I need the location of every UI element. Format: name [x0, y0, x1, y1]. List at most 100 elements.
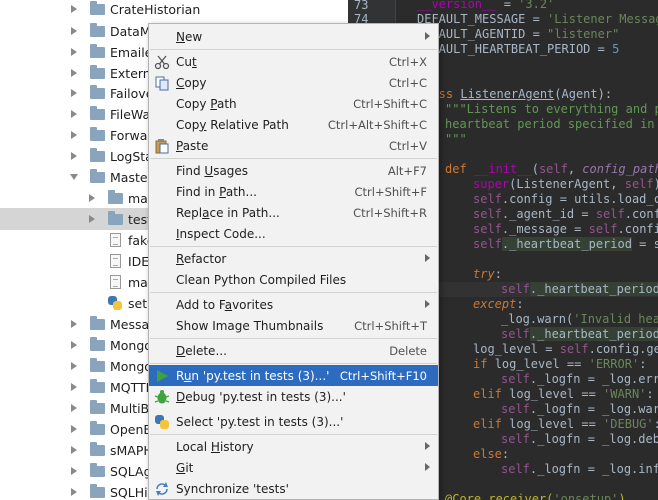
menu-item-delete[interactable]: Delete... Delete	[149, 340, 438, 361]
code-line: DEFAULT_HEARTBEAT_PERIOD = 5	[417, 42, 620, 56]
expand-arrow-icon[interactable]	[86, 213, 98, 225]
folder-icon	[88, 84, 106, 101]
menu-shortcut: Ctrl+X	[389, 54, 427, 69]
expand-arrow-icon[interactable]	[68, 360, 80, 372]
expand-arrow-icon[interactable]	[68, 381, 80, 393]
text-file-icon	[106, 274, 124, 290]
code-line: super(ListenerAgent, self)	[473, 177, 658, 191]
menu-item-inspect-code[interactable]: Inspect Code...	[149, 223, 438, 244]
menu-item-synchronize[interactable]: Synchronize 'tests'	[149, 478, 438, 499]
menu-item-debug-pytest[interactable]: Debug 'py.test in tests (3)...'	[149, 386, 438, 407]
menu-item-select-pytest[interactable]: Select 'py.test in tests (3)...'	[149, 411, 438, 432]
folder-icon	[88, 0, 106, 17]
tree-item-cratehistorian[interactable]: CrateHistorian	[0, 0, 348, 20]
folder-icon	[88, 441, 106, 458]
folder-icon	[88, 336, 106, 353]
run-icon	[154, 368, 170, 384]
expand-arrow-icon[interactable]	[68, 318, 80, 330]
menu-item-new[interactable]: New	[149, 26, 438, 47]
code-line: self._agent_id = self.confi	[473, 207, 658, 221]
python-file-icon	[106, 295, 124, 311]
code-line: log_level = self.config.get	[473, 342, 658, 356]
expand-arrow-icon[interactable]	[68, 129, 80, 141]
menu-separator	[150, 246, 437, 247]
code-line: __version__ = '3.2'	[417, 0, 555, 11]
expand-arrow-icon[interactable]	[68, 108, 80, 120]
menu-item-label: Add to Favorites	[176, 297, 274, 312]
folder-icon	[106, 189, 124, 206]
text-file-icon	[106, 232, 124, 248]
menu-item-paste[interactable]: Paste Ctrl+V	[149, 135, 438, 156]
expand-arrow-icon[interactable]	[68, 423, 80, 435]
menu-item-copy-relative-path[interactable]: Copy Relative Path Ctrl+Alt+Shift+C	[149, 114, 438, 135]
menu-item-label: Paste	[176, 138, 209, 153]
code-line: except:	[473, 297, 524, 311]
code-line: self._message = self.config	[473, 222, 658, 236]
menu-item-find-in-path[interactable]: Find in Path... Ctrl+Shift+F	[149, 181, 438, 202]
submenu-arrow-icon	[425, 300, 430, 308]
expand-arrow-icon[interactable]	[68, 67, 80, 79]
menu-item-local-history[interactable]: Local History	[149, 436, 438, 457]
code-line: self._logfn = _log.debu	[501, 432, 658, 446]
expand-arrow-icon[interactable]	[68, 465, 80, 477]
folder-icon	[88, 105, 106, 122]
menu-shortcut: Alt+F7	[387, 163, 427, 178]
code-line: _log.warn('Invalid hear	[501, 312, 658, 326]
menu-item-label: Git	[176, 460, 194, 475]
expand-arrow-icon[interactable]	[68, 150, 80, 162]
menu-item-label: Run 'py.test in tests (3)...'	[176, 368, 330, 383]
menu-item-refactor[interactable]: Refactor	[149, 248, 438, 269]
menu-item-replace-in-path[interactable]: Replace in Path... Ctrl+Shift+R	[149, 202, 438, 223]
folder-icon	[106, 210, 124, 227]
menu-item-label: New	[176, 29, 203, 44]
code-line: self._heartbeat_period = se	[473, 237, 658, 251]
menu-item-label: Debug 'py.test in tests (3)...'	[176, 389, 346, 404]
menu-item-git[interactable]: Git	[149, 457, 438, 478]
submenu-arrow-icon	[425, 254, 430, 262]
code-line: heartbeat period specified in f	[445, 117, 658, 131]
menu-item-find-usages[interactable]: Find Usages Alt+F7	[149, 160, 438, 181]
expand-arrow-icon[interactable]	[68, 3, 80, 15]
menu-shortcut: Ctrl+Alt+Shift+C	[327, 117, 427, 132]
menu-item-copy[interactable]: Copy Ctrl+C	[149, 72, 438, 93]
expand-arrow-icon[interactable]	[68, 402, 80, 414]
code-line: self._logfn = _log.erro	[501, 372, 658, 386]
code-line: @Core.receiver('onsetup')	[445, 492, 626, 500]
menu-item-run-pytest[interactable]: Run 'py.test in tests (3)...' Ctrl+Shift…	[149, 365, 438, 386]
menu-item-cut[interactable]: Cut Ctrl+X	[149, 51, 438, 72]
expand-arrow-icon[interactable]	[68, 486, 80, 498]
code-line: def __init__(self, config_path	[445, 162, 658, 176]
expand-arrow-icon[interactable]	[68, 444, 80, 456]
menu-shortcut: Ctrl+Shift+F	[354, 184, 428, 199]
expand-arrow-icon[interactable]	[68, 46, 80, 58]
menu-item-clean-python-compiled-files[interactable]: Clean Python Compiled Files	[149, 269, 438, 290]
menu-separator	[150, 158, 437, 159]
folder-icon	[88, 126, 106, 143]
menu-separator	[150, 338, 437, 339]
menu-item-add-to-favorites[interactable]: Add to Favorites	[149, 294, 438, 315]
expand-arrow-icon[interactable]	[68, 339, 80, 351]
menu-item-label: Synchronize 'tests'	[176, 481, 289, 496]
menu-item-label: Refactor	[176, 251, 227, 266]
menu-item-label: Select 'py.test in tests (3)...'	[176, 414, 344, 429]
menu-shortcut: Ctrl+C	[388, 75, 427, 90]
code-line: else:	[473, 447, 510, 461]
menu-item-label: Local History	[176, 439, 254, 454]
debug-icon	[154, 389, 170, 405]
code-line: class ListenerAgent(Agent):	[417, 87, 613, 101]
expand-arrow-icon[interactable]	[86, 192, 98, 204]
submenu-arrow-icon	[425, 463, 430, 471]
menu-item-label: Find in Path...	[176, 184, 257, 199]
folder-icon	[88, 378, 106, 395]
menu-item-copy-path[interactable]: Copy Path Ctrl+Shift+C	[149, 93, 438, 114]
expand-arrow-icon[interactable]	[68, 87, 80, 99]
menu-shortcut: Delete	[389, 343, 427, 358]
code-line: if log_level == 'ERROR':	[473, 357, 647, 371]
menu-separator	[150, 434, 437, 435]
menu-item-show-image-thumbnails[interactable]: Show Image Thumbnails Ctrl+Shift+T	[149, 315, 438, 336]
expand-arrow-icon[interactable]	[68, 25, 80, 37]
code-line: """	[445, 132, 467, 146]
context-menu[interactable]: New Cut Ctrl+X Copy Ctrl+C Copy Path Ctr…	[148, 23, 439, 500]
collapse-arrow-icon[interactable]	[68, 171, 80, 183]
code-line: DEFAULT_MESSAGE = 'Listener Message'	[417, 12, 658, 26]
